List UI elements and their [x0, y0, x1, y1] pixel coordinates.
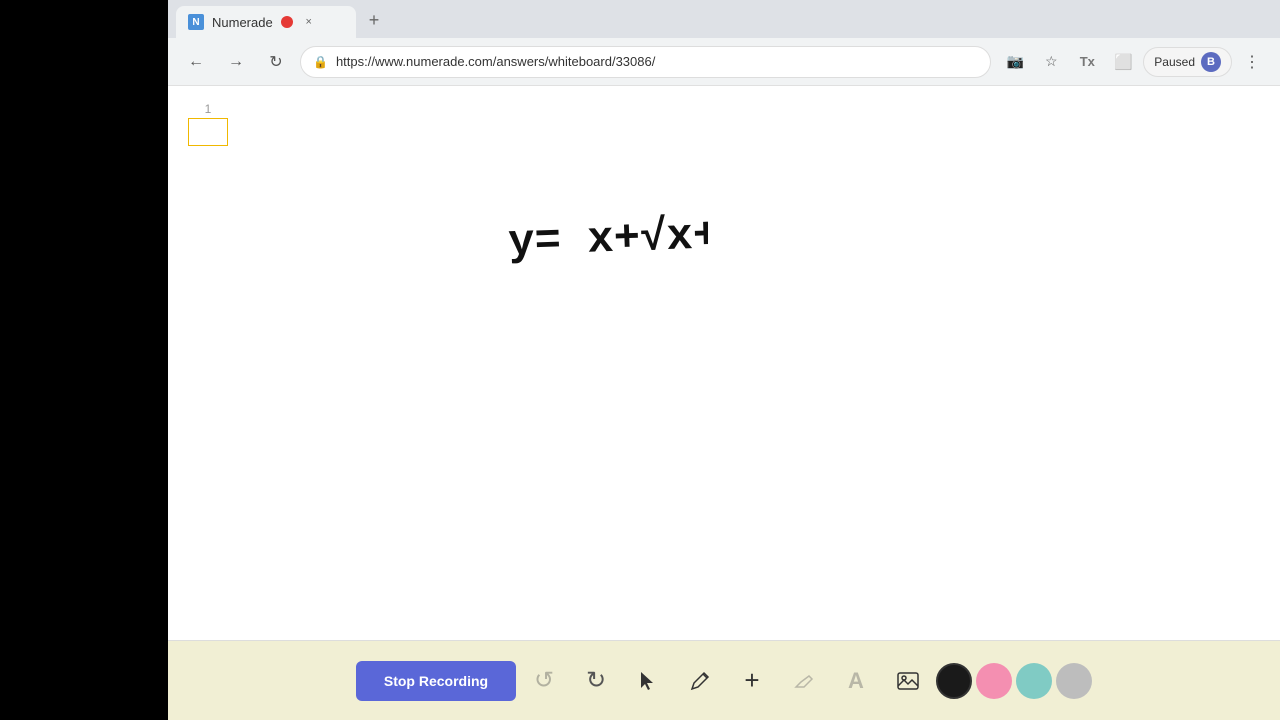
toolbar: Stop Recording ↺ ↻ — [168, 640, 1280, 720]
bookmark-button[interactable]: ☆ — [1035, 46, 1067, 78]
color-gray-button[interactable] — [1056, 663, 1092, 699]
camera-button[interactable]: 📷 — [999, 46, 1031, 78]
url-text: https://www.numerade.com/answers/whitebo… — [336, 54, 978, 69]
extension-button[interactable]: Tx — [1071, 46, 1103, 78]
svg-text:y= x+√x+c: y= x+√x+c — [508, 210, 708, 268]
back-button[interactable]: ← — [180, 46, 212, 78]
page-number-indicator: 1 — [188, 102, 228, 146]
screen-button[interactable]: ⬜ — [1107, 46, 1139, 78]
cursor-tool-button[interactable] — [624, 657, 672, 705]
reload-button[interactable]: ↻ — [260, 46, 292, 78]
image-icon — [896, 669, 920, 693]
color-black-button[interactable] — [936, 663, 972, 699]
page-number-text: 1 — [205, 102, 212, 116]
pen-icon — [689, 670, 711, 692]
color-teal-button[interactable] — [1016, 663, 1052, 699]
numerade-favicon: N — [188, 14, 204, 30]
image-tool-button[interactable] — [884, 657, 932, 705]
stop-recording-button[interactable]: Stop Recording — [356, 661, 516, 701]
new-tab-button[interactable]: + — [360, 6, 388, 34]
browser-menu-button[interactable]: ⋮ — [1236, 46, 1268, 78]
undo-button[interactable]: ↺ — [520, 657, 568, 705]
tab-bar: N Numerade × + — [168, 0, 1280, 38]
add-button[interactable]: + — [728, 657, 776, 705]
math-formula-svg: y= x+√x+c — [508, 196, 708, 276]
tab-close-button[interactable]: × — [301, 14, 317, 30]
nav-right-buttons: 📷 ☆ Tx ⬜ Paused B ⋮ — [999, 46, 1268, 78]
redo-button[interactable]: ↻ — [572, 657, 620, 705]
browser-window: N Numerade × + ← → ↻ 🔒 https://www.numer… — [168, 0, 1280, 720]
cursor-icon — [637, 670, 659, 692]
tab-title: Numerade — [212, 15, 273, 30]
address-bar[interactable]: 🔒 https://www.numerade.com/answers/white… — [300, 46, 991, 78]
user-avatar: B — [1201, 52, 1221, 72]
content-area: 1 y= x+√x+c Stop Recording ↺ ↻ — [168, 86, 1280, 720]
security-icon: 🔒 — [313, 55, 328, 69]
pen-tool-button[interactable] — [676, 657, 724, 705]
nav-bar: ← → ↻ 🔒 https://www.numerade.com/answers… — [168, 38, 1280, 86]
paused-badge: Paused B — [1143, 47, 1232, 77]
page-thumbnail — [188, 118, 228, 146]
color-pink-button[interactable] — [976, 663, 1012, 699]
eraser-icon — [793, 670, 815, 692]
tab-favicon: N — [188, 14, 204, 30]
recording-indicator — [281, 16, 293, 28]
active-tab[interactable]: N Numerade × — [176, 6, 356, 38]
paused-label: Paused — [1154, 55, 1195, 69]
eraser-button[interactable] — [780, 657, 828, 705]
text-tool-button[interactable]: A — [832, 657, 880, 705]
forward-button[interactable]: → — [220, 46, 252, 78]
whiteboard[interactable]: 1 y= x+√x+c Stop Recording ↺ ↻ — [168, 86, 1280, 720]
